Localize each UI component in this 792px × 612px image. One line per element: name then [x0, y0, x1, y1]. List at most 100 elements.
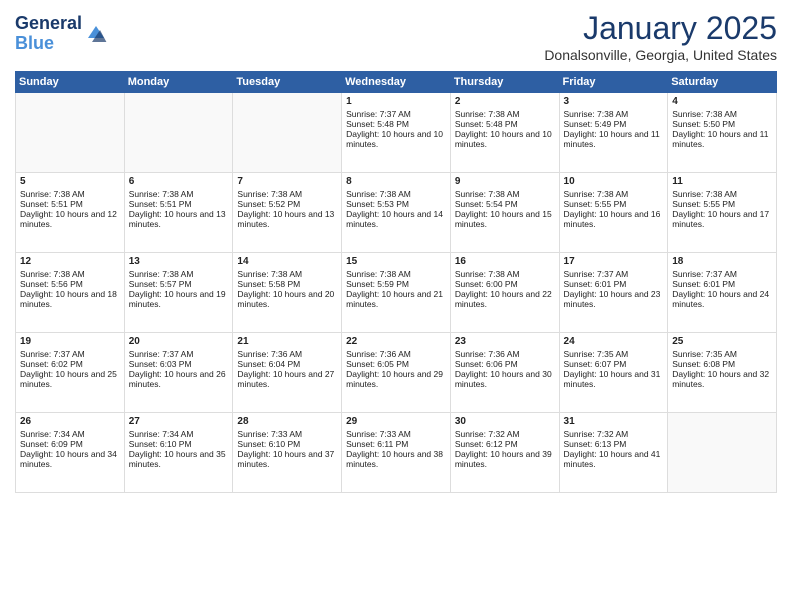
calendar-cell: 10 Sunrise: 7:38 AMSunset: 5:55 PMDayligh…: [559, 173, 668, 253]
header: General Blue January 2025 Donalsonville,…: [15, 10, 777, 63]
calendar-cell: 13Sunrise: 7:38 AMSunset: 5:57 PMDayligh…: [124, 253, 233, 333]
sunset-text: Sunset: 6:10 PM: [237, 439, 337, 449]
sunset-text: Sunset: 5:50 PM: [672, 119, 772, 129]
daylight-text: Daylight: 10 hours and 34 minutes.: [20, 449, 120, 469]
calendar-cell: 4 Sunrise: 7:38 AMSunset: 5:50 PMDaylight…: [668, 93, 777, 173]
sunset-text: Sunset: 6:05 PM: [346, 359, 446, 369]
daylight-text: Daylight: 10 hours and 11 minutes.: [564, 129, 664, 149]
sunset-text: Sunset: 5:58 PM: [237, 279, 337, 289]
sunrise-text: Sunrise: 7:37 AM: [20, 349, 120, 359]
calendar-cell: 11Sunrise: 7:38 AMSunset: 5:55 PMDayligh…: [668, 173, 777, 253]
logo-content: General Blue: [15, 14, 108, 54]
day-header-sunday: Sunday: [16, 72, 125, 93]
day-number: 2: [455, 96, 555, 107]
day-number: 21: [237, 336, 337, 347]
day-number: 27: [129, 416, 229, 427]
sunset-text: Sunset: 6:08 PM: [672, 359, 772, 369]
sunrise-text: Sunrise: 7:38 AM: [564, 189, 664, 199]
daylight-text: Daylight: 10 hours and 16 minutes.: [564, 209, 664, 229]
sunset-text: Sunset: 5:53 PM: [346, 199, 446, 209]
sunset-text: Sunset: 5:59 PM: [346, 279, 446, 289]
day-number: 1: [346, 96, 446, 107]
daylight-text: Daylight: 10 hours and 37 minutes.: [237, 449, 337, 469]
calendar-cell: 30Sunrise: 7:32 AMSunset: 6:12 PMDayligh…: [450, 413, 559, 493]
sunrise-text: Sunrise: 7:36 AM: [237, 349, 337, 359]
week-row-3: 12Sunrise: 7:38 AMSunset: 5:56 PMDayligh…: [16, 253, 777, 333]
sunrise-text: Sunrise: 7:38 AM: [346, 269, 446, 279]
day-number: 9: [455, 176, 555, 187]
sunrise-text: Sunrise: 7:38 AM: [564, 109, 664, 119]
sunset-text: Sunset: 5:55 PM: [564, 199, 664, 209]
day-header-thursday: Thursday: [450, 72, 559, 93]
sunrise-text: Sunrise: 7:37 AM: [672, 269, 772, 279]
calendar-cell: 8Sunrise: 7:38 AMSunset: 5:53 PMDaylight…: [342, 173, 451, 253]
calendar-cell: 21Sunrise: 7:36 AMSunset: 6:04 PMDayligh…: [233, 333, 342, 413]
sunset-text: Sunset: 5:54 PM: [455, 199, 555, 209]
day-number: 20: [129, 336, 229, 347]
sunrise-text: Sunrise: 7:34 AM: [20, 429, 120, 439]
sunset-text: Sunset: 5:48 PM: [455, 119, 555, 129]
daylight-text: Daylight: 10 hours and 26 minutes.: [129, 369, 229, 389]
day-number: 18: [672, 256, 772, 267]
daylight-text: Daylight: 10 hours and 19 minutes.: [129, 289, 229, 309]
daylight-text: Daylight: 10 hours and 35 minutes.: [129, 449, 229, 469]
daylight-text: Daylight: 10 hours and 21 minutes.: [346, 289, 446, 309]
day-number: 10: [564, 176, 664, 187]
sunrise-text: Sunrise: 7:38 AM: [237, 189, 337, 199]
sunrise-text: Sunrise: 7:34 AM: [129, 429, 229, 439]
sunset-text: Sunset: 6:07 PM: [564, 359, 664, 369]
sunset-text: Sunset: 6:10 PM: [129, 439, 229, 449]
daylight-text: Daylight: 10 hours and 31 minutes.: [564, 369, 664, 389]
daylight-text: Daylight: 10 hours and 13 minutes.: [129, 209, 229, 229]
sunrise-text: Sunrise: 7:32 AM: [455, 429, 555, 439]
sunrise-text: Sunrise: 7:38 AM: [129, 189, 229, 199]
sunset-text: Sunset: 5:49 PM: [564, 119, 664, 129]
sunrise-text: Sunrise: 7:38 AM: [672, 189, 772, 199]
daylight-text: Daylight: 10 hours and 10 minutes.: [455, 129, 555, 149]
day-number: 15: [346, 256, 446, 267]
sunset-text: Sunset: 5:51 PM: [20, 199, 120, 209]
calendar-cell: 14Sunrise: 7:38 AMSunset: 5:58 PMDayligh…: [233, 253, 342, 333]
sunrise-text: Sunrise: 7:38 AM: [20, 189, 120, 199]
daylight-text: Daylight: 10 hours and 30 minutes.: [455, 369, 555, 389]
days-header-row: SundayMondayTuesdayWednesdayThursdayFrid…: [16, 72, 777, 93]
calendar-cell: 22Sunrise: 7:36 AMSunset: 6:05 PMDayligh…: [342, 333, 451, 413]
sunset-text: Sunset: 6:13 PM: [564, 439, 664, 449]
day-number: 4: [672, 96, 772, 107]
calendar-cell: [233, 93, 342, 173]
sunset-text: Sunset: 5:57 PM: [129, 279, 229, 289]
logo-text-block: General Blue: [15, 14, 82, 54]
daylight-text: Daylight: 10 hours and 38 minutes.: [346, 449, 446, 469]
sunrise-text: Sunrise: 7:32 AM: [564, 429, 664, 439]
daylight-text: Daylight: 10 hours and 13 minutes.: [237, 209, 337, 229]
sunrise-text: Sunrise: 7:36 AM: [346, 349, 446, 359]
daylight-text: Daylight: 10 hours and 11 minutes.: [672, 129, 772, 149]
logo: General Blue: [15, 14, 108, 54]
daylight-text: Daylight: 10 hours and 32 minutes.: [672, 369, 772, 389]
sunset-text: Sunset: 5:55 PM: [672, 199, 772, 209]
day-number: 23: [455, 336, 555, 347]
daylight-text: Daylight: 10 hours and 15 minutes.: [455, 209, 555, 229]
sunset-text: Sunset: 6:06 PM: [455, 359, 555, 369]
sunset-text: Sunset: 6:11 PM: [346, 439, 446, 449]
sunrise-text: Sunrise: 7:38 AM: [346, 189, 446, 199]
sunset-text: Sunset: 5:52 PM: [237, 199, 337, 209]
sunset-text: Sunset: 6:00 PM: [455, 279, 555, 289]
calendar-cell: 5Sunrise: 7:38 AMSunset: 5:51 PMDaylight…: [16, 173, 125, 253]
day-number: 31: [564, 416, 664, 427]
week-row-4: 19Sunrise: 7:37 AMSunset: 6:02 PMDayligh…: [16, 333, 777, 413]
daylight-text: Daylight: 10 hours and 10 minutes.: [346, 129, 446, 149]
day-header-friday: Friday: [559, 72, 668, 93]
day-number: 25: [672, 336, 772, 347]
day-header-wednesday: Wednesday: [342, 72, 451, 93]
calendar-cell: 29Sunrise: 7:33 AMSunset: 6:11 PMDayligh…: [342, 413, 451, 493]
day-number: 11: [672, 176, 772, 187]
sunset-text: Sunset: 6:09 PM: [20, 439, 120, 449]
day-number: 12: [20, 256, 120, 267]
calendar-cell: 17Sunrise: 7:37 AMSunset: 6:01 PMDayligh…: [559, 253, 668, 333]
calendar-cell: 1Sunrise: 7:37 AMSunset: 5:48 PMDaylight…: [342, 93, 451, 173]
daylight-text: Daylight: 10 hours and 18 minutes.: [20, 289, 120, 309]
calendar-cell: 2Sunrise: 7:38 AMSunset: 5:48 PMDaylight…: [450, 93, 559, 173]
sunset-text: Sunset: 6:01 PM: [672, 279, 772, 289]
sunrise-text: Sunrise: 7:38 AM: [672, 109, 772, 119]
